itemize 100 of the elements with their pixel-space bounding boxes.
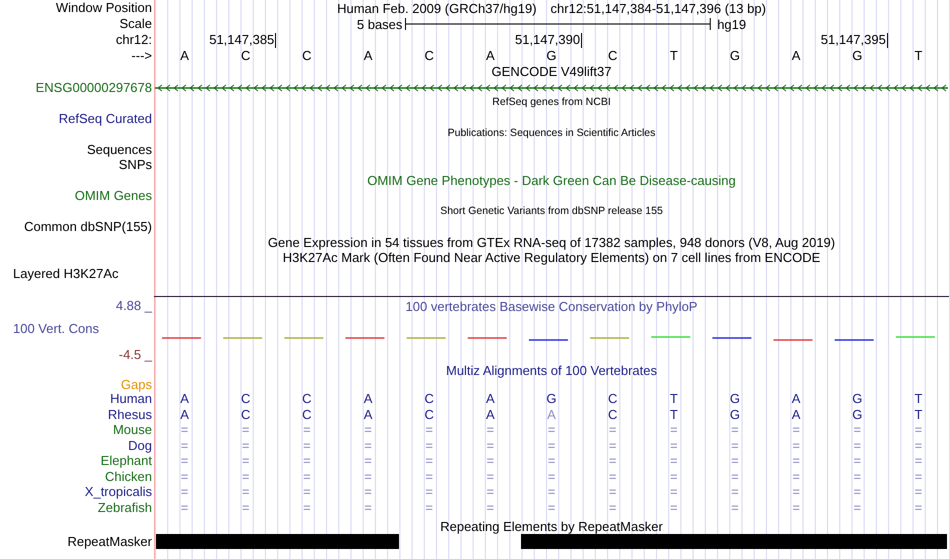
aligned-base: = <box>608 500 618 515</box>
species-label: Chicken <box>105 468 152 484</box>
aligned-base: = <box>486 500 496 515</box>
aligned-base: = <box>424 453 434 468</box>
repeat-element-bar[interactable] <box>521 534 947 549</box>
aligned-base: = <box>791 422 801 438</box>
track-label[interactable]: SNPs <box>118 157 152 172</box>
strand-label: ---> <box>130 48 153 64</box>
aligned-base: = <box>424 438 434 453</box>
species-label: Human <box>110 391 152 406</box>
aligned-base: = <box>730 453 740 468</box>
aligned-base: = <box>302 422 312 438</box>
aligned-base: = <box>240 468 251 484</box>
track-label[interactable]: RepeatMasker <box>67 534 152 549</box>
aligned-base: = <box>791 500 801 515</box>
track-title: Repeating Elements by RepeatMasker <box>440 518 663 534</box>
track-title: Gene Expression in 54 tissues from GTEx RNA-seq of 17382 samples, 948 donors (V8, Aug 2019) <box>268 234 836 250</box>
track-title: RefSeq genes from NCBI <box>492 95 611 110</box>
aligned-base: = <box>240 453 251 468</box>
position-text: chr12:51,147,384-51,147,396 (13 bp) <box>550 0 766 16</box>
coordinate-tick: 51,147,390 <box>514 33 582 48</box>
scale-assembly: hg19 <box>717 16 746 32</box>
aligned-base: = <box>240 422 251 438</box>
aligned-base: = <box>791 453 801 468</box>
aligned-base: = <box>546 500 556 515</box>
track-title: 100 vertebrates Basewise Conservation by PhyloP <box>406 298 698 314</box>
aligned-base: = <box>669 484 679 500</box>
aligned-base: = <box>363 422 373 438</box>
aligned-base: = <box>546 453 556 468</box>
species-label: Mouse <box>112 422 152 437</box>
track-label[interactable]: Layered H3K27Ac <box>13 266 119 280</box>
aligned-base: = <box>486 438 496 453</box>
aligned-base: G <box>545 391 558 406</box>
aligned-base: A <box>179 391 190 406</box>
aligned-base: = <box>791 484 801 500</box>
species-label: Rhesus <box>108 406 152 422</box>
aligned-base: = <box>608 468 618 484</box>
track-label: Scale <box>118 16 153 32</box>
repeat-element-bar[interactable] <box>156 534 399 549</box>
base-letter: A <box>179 48 190 64</box>
base-letter: A <box>485 48 496 64</box>
track-label[interactable]: ENSG00000297678 <box>36 80 152 94</box>
track-title: Multiz Alignments of 100 Vertebrates <box>446 362 657 378</box>
aligned-base: = <box>669 500 679 515</box>
track-label[interactable]: Sequences <box>86 142 152 156</box>
aligned-base: = <box>914 484 924 500</box>
aligned-base: = <box>852 438 862 453</box>
aligned-base: = <box>302 438 312 453</box>
track-title: OMIM Gene Phenotypes - Dark Green Can Be Disease-causing <box>367 172 736 188</box>
track-label[interactable]: 100 Vert. Cons <box>0 321 99 336</box>
aligned-base: = <box>424 484 434 500</box>
aligned-base: = <box>180 500 190 515</box>
aligned-base: = <box>302 484 312 500</box>
assembly-title: Human Feb. 2009 (GRCh37/hg19) <box>337 0 537 16</box>
aligned-base: = <box>546 484 556 500</box>
track-label[interactable]: OMIM Genes <box>74 188 152 203</box>
aligned-base: = <box>791 468 801 484</box>
aligned-base: = <box>852 500 862 515</box>
track-label[interactable]: Common dbSNP(155) <box>24 219 152 234</box>
aligned-base: G <box>728 391 742 406</box>
aligned-base: C <box>240 406 252 422</box>
track-label[interactable]: RefSeq Curated <box>58 110 152 126</box>
track-title: Short Genetic Variants from dbSNP release 155 <box>440 204 663 219</box>
base-letter: G <box>728 48 742 64</box>
base-letter: C <box>301 48 313 64</box>
base-letter: A <box>362 48 374 64</box>
aligned-base: = <box>730 422 740 438</box>
aligned-base: C <box>301 406 313 422</box>
coordinate-tick: 51,147,395 <box>820 33 888 48</box>
aligned-base: = <box>180 453 190 468</box>
gene-arrow-drawing[interactable] <box>154 82 949 92</box>
aligned-base: = <box>424 468 434 484</box>
aligned-base: = <box>240 500 251 515</box>
aligned-base: A <box>790 406 802 422</box>
aligned-base: = <box>424 500 434 515</box>
aligned-base: = <box>852 453 862 468</box>
aligned-base: = <box>669 468 679 484</box>
aligned-base: = <box>486 468 496 484</box>
aligned-base: = <box>240 484 251 500</box>
aligned-base: = <box>730 438 740 453</box>
species-label: X_tropicalis <box>84 484 152 499</box>
aligned-base: = <box>914 438 924 453</box>
aligned-base: C <box>240 391 252 406</box>
base-letter: C <box>606 48 618 64</box>
aligned-base: A <box>485 391 496 406</box>
aligned-base: C <box>423 391 435 406</box>
aligned-base: = <box>914 422 924 438</box>
aligned-base: = <box>240 438 251 453</box>
aligned-base: T <box>913 391 924 406</box>
aligned-base: = <box>363 484 373 500</box>
aligned-base: = <box>608 484 618 500</box>
aligned-base: = <box>180 438 190 453</box>
aligned-base: A <box>790 391 802 406</box>
track-title: H3K27Ac Mark (Often Found Near Active Regulatory Elements) on 7 cell lines from ENCODE <box>282 250 820 266</box>
aligned-base: = <box>730 468 740 484</box>
species-label: Elephant <box>100 453 152 468</box>
aligned-base: = <box>730 484 740 500</box>
base-letter: A <box>790 48 802 64</box>
base-letter: G <box>545 48 558 64</box>
track-label: Window Position <box>54 0 153 16</box>
